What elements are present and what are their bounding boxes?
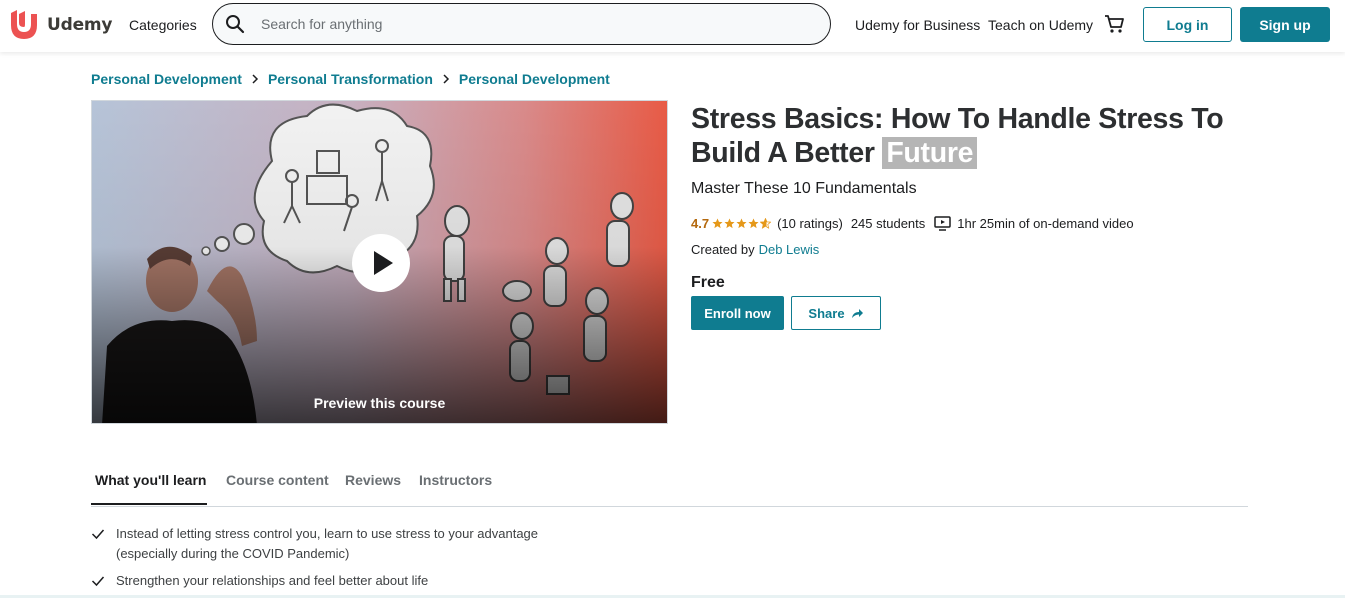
course-title-highlight: Future (882, 137, 978, 169)
chevron-right-icon (443, 74, 449, 84)
course-tabs: What you'll learn Course content Reviews… (91, 466, 1248, 507)
active-tab-indicator (91, 503, 207, 505)
login-button[interactable]: Log in (1143, 7, 1232, 42)
rating-value: 4.7 (691, 216, 710, 231)
share-arrow-icon (851, 308, 863, 318)
teach-on-udemy-link[interactable]: Teach on Udemy (988, 17, 1093, 33)
star-icon (748, 218, 759, 229)
enroll-now-button[interactable]: Enroll now (691, 296, 784, 330)
preview-course-label: Preview this course (313, 395, 446, 411)
share-label: Share (808, 305, 845, 321)
star-icon (712, 218, 723, 229)
cart-icon[interactable] (1103, 13, 1125, 35)
breadcrumb-item[interactable]: Personal Development (91, 71, 242, 87)
video-icon (934, 216, 952, 231)
breadcrumb-item[interactable]: Personal Development (459, 71, 610, 87)
breadcrumb-item[interactable]: Personal Transformation (268, 71, 433, 87)
search-bar (212, 3, 831, 45)
categories-menu[interactable]: Categories (129, 17, 197, 33)
tab-reviews[interactable]: Reviews (345, 472, 401, 488)
check-icon (91, 529, 105, 540)
course-price: Free (691, 274, 725, 291)
play-icon[interactable] (352, 234, 410, 292)
udemy-for-business-link[interactable]: Udemy for Business (855, 17, 980, 33)
udemy-logo[interactable]: Udemy (8, 9, 113, 41)
half-star-icon (760, 218, 772, 229)
course-title: Stress Basics: How To Handle Stress To B… (691, 102, 1251, 170)
learn-item: Strengthen your relationships and feel b… (91, 571, 586, 591)
search-input[interactable] (259, 4, 830, 44)
video-length: 1hr 25min of on-demand video (957, 216, 1134, 231)
created-by: Created by Deb Lewis (691, 242, 819, 257)
chevron-right-icon (252, 74, 258, 84)
share-button[interactable]: Share (791, 296, 881, 330)
author-link[interactable]: Deb Lewis (759, 242, 820, 257)
created-by-label: Created by (691, 242, 755, 257)
breadcrumb: Personal Development Personal Transforma… (91, 71, 610, 87)
top-header: Udemy Categories Udemy for Business Teac… (0, 0, 1345, 52)
learn-item-text: Strengthen your relationships and feel b… (116, 573, 429, 588)
rating-count[interactable]: (10 ratings) (777, 216, 843, 231)
star-rating (712, 218, 772, 229)
check-icon (91, 576, 105, 587)
course-subtitle: Master These 10 Fundamentals (691, 180, 917, 197)
course-stats: 4.7 (10 ratings) 245 students 1hr 25min … (691, 216, 1134, 231)
logo-text: Udemy (47, 15, 113, 35)
tab-what-youll-learn[interactable]: What you'll learn (95, 472, 206, 488)
udemy-logo-icon (11, 10, 37, 39)
student-count: 245 students (850, 216, 926, 231)
course-preview-video[interactable]: Preview this course (91, 100, 668, 424)
tab-instructors[interactable]: Instructors (419, 472, 492, 488)
learn-item-text: Instead of letting stress control you, l… (116, 526, 539, 561)
star-icon (736, 218, 747, 229)
signup-button[interactable]: Sign up (1240, 7, 1330, 42)
learn-item: Instead of letting stress control you, l… (91, 524, 586, 564)
search-icon[interactable] (225, 14, 245, 34)
star-icon (724, 218, 735, 229)
tab-course-content[interactable]: Course content (226, 472, 329, 488)
